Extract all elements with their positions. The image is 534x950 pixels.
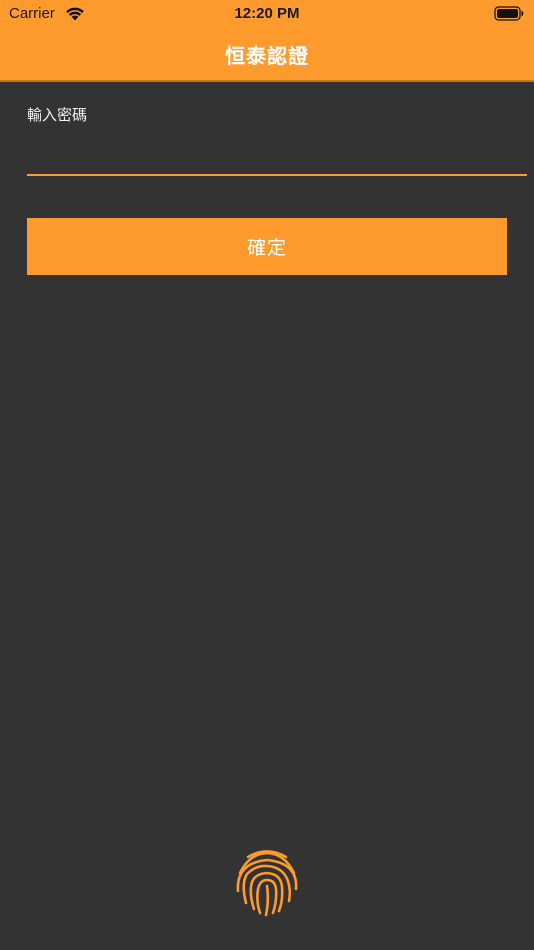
confirm-button[interactable]: 確定 — [27, 218, 507, 275]
header-bar: Carrier 12:20 PM 恒泰認證 — [0, 0, 534, 80]
password-label: 輸入密碼 — [27, 106, 88, 124]
app-screen: Carrier 12:20 PM 恒泰認證 輸入密碼 確定 — [0, 0, 534, 950]
clock: 12:20 PM — [234, 5, 300, 22]
fingerprint-icon[interactable] — [229, 843, 305, 919]
password-input[interactable] — [27, 140, 527, 176]
page-title: 恒泰認證 — [225, 44, 309, 68]
battery-icon — [494, 6, 524, 21]
status-bar: Carrier 12:20 PM — [0, 0, 534, 28]
